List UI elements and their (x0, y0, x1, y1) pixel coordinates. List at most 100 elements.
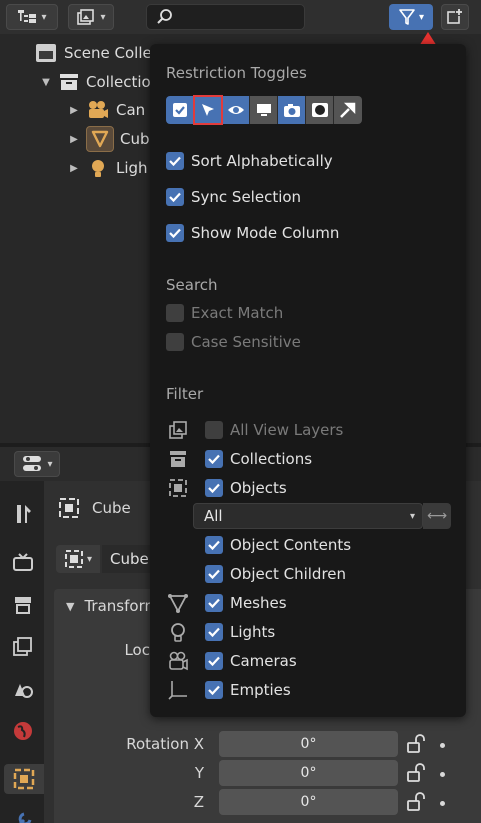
keyframe-dot-icon[interactable] (440, 743, 445, 748)
output-icon (15, 597, 31, 614)
filter-popover-button[interactable]: ▾ (389, 4, 433, 30)
outliner-header: ▾ ▾ ▾ (0, 0, 481, 34)
view-layer-icon (13, 637, 32, 656)
tree-row-light[interactable]: ▶ Ligh (68, 154, 148, 182)
rotation-y-label: Y (194, 764, 204, 782)
outliner-editor-icon (18, 10, 37, 23)
object-contents-checkbox[interactable]: Object Contents (205, 533, 351, 557)
toggle-indirect-only[interactable] (334, 96, 362, 124)
filter-funnel-icon (399, 9, 415, 25)
toggle-hide-viewport[interactable] (222, 96, 250, 124)
tree-row-collection[interactable]: ▼ Collectio (40, 68, 151, 96)
properties-tabs (0, 481, 44, 823)
toggle-disable-render[interactable] (278, 96, 306, 124)
exact-match-checkbox[interactable]: Exact Match (166, 301, 283, 325)
object-icon (64, 550, 83, 568)
keyframe-dot-icon[interactable] (440, 772, 445, 777)
wrench-icon (18, 812, 32, 823)
case-sensitive-checkbox[interactable]: Case Sensitive (166, 330, 301, 354)
rotation-z-value: 0° (300, 794, 317, 810)
cameras-checkbox[interactable]: Cameras (205, 649, 297, 673)
rotation-y-value: 0° (300, 765, 317, 781)
toggle-selectable[interactable] (193, 95, 223, 125)
restriction-toggle-strip (166, 95, 362, 125)
tab-render[interactable] (8, 548, 38, 578)
view-layer-icon (77, 9, 95, 25)
lock-icon[interactable] (406, 792, 426, 812)
objects-checkbox[interactable]: Objects (205, 476, 287, 500)
object-icon (13, 768, 35, 790)
checkbox-label: Meshes (230, 594, 287, 612)
transform-panel-title: Transform (84, 597, 160, 615)
expand-triangle-icon[interactable]: ▶ (68, 163, 80, 174)
tab-view-layer[interactable] (8, 632, 38, 662)
chevron-down-icon: ▾ (41, 11, 47, 23)
expand-triangle-icon[interactable]: ▶ (68, 105, 80, 116)
invert-filter-button[interactable]: ⟷ (423, 503, 451, 529)
sort-alphabetically-checkbox[interactable]: Sort Alphabetically (166, 149, 333, 173)
rotation-z-label: Z (193, 793, 204, 811)
rotation-z-field[interactable]: 0° (219, 789, 398, 815)
object-name-label: Cube (92, 499, 131, 517)
light-icon (166, 620, 190, 644)
properties-editor-type-button[interactable]: ▾ (14, 451, 60, 477)
checkbox-label: Object Children (230, 565, 347, 583)
keyframe-dot-icon[interactable] (440, 801, 445, 806)
empties-checkbox[interactable]: Empties (205, 678, 291, 702)
outliner-search-input[interactable] (146, 4, 305, 30)
lights-checkbox[interactable]: Lights (205, 620, 275, 644)
toggle-exclude-checkbox[interactable] (166, 96, 194, 124)
show-mode-column-checkbox[interactable]: Show Mode Column (166, 221, 339, 245)
tab-modifiers[interactable] (8, 806, 38, 823)
expand-triangle-icon[interactable]: ▼ (40, 77, 52, 88)
object-field-value: Cube (110, 550, 149, 568)
world-icon (14, 722, 32, 740)
sync-selection-checkbox[interactable]: Sync Selection (166, 185, 301, 209)
tab-world[interactable] (8, 716, 38, 746)
lock-icon[interactable] (406, 763, 426, 783)
chevron-down-icon: ▾ (409, 510, 415, 522)
checkbox-unchecked-icon (166, 304, 184, 322)
tree-row-scene-collection[interactable]: Scene Colle (34, 39, 152, 67)
object-name-field[interactable]: Cube (102, 545, 150, 573)
object-icon (59, 498, 79, 518)
display-mode-button[interactable]: ▾ (68, 4, 114, 30)
mesh-icon (166, 591, 190, 615)
tab-scene[interactable] (8, 674, 38, 704)
location-label: Loc (124, 641, 150, 659)
editor-type-button[interactable]: ▾ (6, 4, 58, 30)
collections-checkbox[interactable]: Collections (205, 447, 312, 471)
toggle-holdout[interactable] (306, 96, 334, 124)
tree-row-cube[interactable]: ▶ Cub (68, 125, 150, 153)
lock-icon[interactable] (406, 734, 426, 754)
rotation-y-field[interactable]: 0° (219, 760, 398, 786)
search-icon (157, 9, 172, 24)
transform-panel-header[interactable]: ▼ Transform (54, 589, 159, 623)
restriction-toggles-title: Restriction Toggles (166, 64, 307, 82)
meshes-checkbox[interactable]: Meshes (205, 591, 287, 615)
object-state-dropdown[interactable]: All ▾ (193, 503, 423, 529)
render-icon (13, 553, 33, 571)
search-section-title: Search (166, 276, 218, 294)
tab-output[interactable] (8, 590, 38, 620)
tab-tool[interactable] (8, 499, 38, 529)
rotation-x-field[interactable]: 0° (219, 731, 398, 757)
toggle-disable-viewport[interactable] (250, 96, 278, 124)
scene-icon (15, 684, 33, 698)
all-view-layers-checkbox[interactable]: All View Layers (205, 418, 343, 442)
tree-row-camera[interactable]: ▶ Can (68, 96, 145, 124)
mesh-icon (86, 126, 114, 152)
checkbox-label: Objects (230, 479, 287, 497)
checkbox-checked-icon (205, 450, 223, 468)
expand-triangle-icon[interactable]: ▶ (68, 134, 80, 145)
checkbox-checked-icon (205, 681, 223, 699)
view-layer-icon (166, 418, 190, 442)
new-collection-button[interactable] (441, 4, 469, 30)
checkbox-label: Lights (230, 623, 276, 641)
checkbox-toggle-icon (172, 103, 187, 117)
chevron-down-icon: ▼ (66, 599, 75, 613)
tab-object[interactable] (4, 764, 44, 794)
object-browse-button[interactable]: ▾ (56, 545, 100, 573)
object-children-checkbox[interactable]: Object Children (205, 562, 346, 586)
filter-popover: Restriction Toggles Sort Alphabetically … (150, 44, 466, 717)
